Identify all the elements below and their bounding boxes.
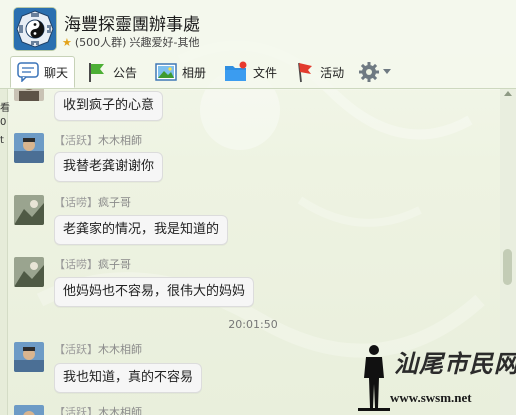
sender-nickname: 疯子哥 [98,258,131,271]
folder-icon [225,61,247,81]
tab-files-label: 文件 [253,65,278,80]
tab-announcement[interactable]: 公告 [79,56,144,88]
group-header: 海豐探靈團辦事處 ★ (500人群) 兴趣爱好-其他 聊天 公告 相册 文件 活… [0,0,516,90]
scrollbar-thumb[interactable] [503,249,512,285]
group-member-count: (500人群) [74,36,127,49]
sender-name[interactable]: 【活跃】木木相師 [54,341,142,357]
gear-icon [359,62,380,82]
event-flag-icon [298,62,313,83]
sender-name[interactable]: 【话唠】疯子哥 [54,194,131,210]
tab-chat-label: 聊天 [44,65,69,80]
avatar[interactable] [14,195,44,225]
group-subtitle: ★ (500人群) 兴趣爱好-其他 [62,34,199,50]
watermark-text: 汕尾市民网 [394,349,516,378]
sender-nickname: 木木相師 [98,343,142,356]
sliver-text: t [0,135,4,146]
star-icon: ★ [62,35,72,49]
chat-window: 海豐探靈團辦事處 ★ (500人群) 兴趣爱好-其他 聊天 公告 相册 文件 活… [0,0,516,415]
tab-album[interactable]: 相册 [148,56,213,88]
tab-events[interactable]: 活动 [288,56,351,88]
group-tabs: 聊天 公告 相册 文件 活动 [10,56,394,88]
message-bubble: 我也知道，真的不容易 [54,363,203,393]
watermark-url: www.swsm.net [390,390,472,405]
site-watermark: 汕尾市民网 www.swsm.net [354,342,516,412]
member-rank: 【活跃】 [54,406,98,415]
tab-files[interactable]: 文件 [217,56,284,88]
adjacent-window-edge: 看 0 t [0,89,10,415]
member-rank: 【活跃】 [54,134,98,147]
tab-album-label: 相册 [182,65,207,80]
group-category[interactable]: 兴趣爱好-其他 [129,34,199,50]
member-rank: 【话唠】 [54,258,98,271]
sliver-text: 0 [0,117,7,128]
member-rank: 【话唠】 [54,196,98,209]
settings-menu-button[interactable] [355,57,394,87]
avatar[interactable] [14,342,44,372]
sender-nickname: 疯子哥 [98,196,131,209]
tab-chat[interactable]: 聊天 [10,56,76,88]
sender-name[interactable]: 【活跃】木木相師 [54,132,142,148]
sender-nickname: 木木相師 [98,134,142,147]
message-bubble: 我替老龚谢谢你 [54,152,164,182]
message-bubble: 老龚家的情况，我是知道的 [54,215,229,245]
scroll-up-arrow-icon[interactable] [504,91,512,96]
sender-name[interactable]: 【活跃】木木相師 [54,404,142,415]
member-rank: 【活跃】 [54,343,98,356]
message-bubble: 他妈妈也不容易，很伟大的妈妈 [54,277,255,307]
chat-bubble-icon [17,62,39,82]
announcement-flag-icon [89,63,105,82]
silhouette-figure-icon [358,345,390,411]
tab-announcement-label: 公告 [113,65,138,80]
group-title[interactable]: 海豐探靈團辦事處 [64,10,200,35]
photo-album-icon [155,63,177,81]
tab-events-label: 活动 [320,65,345,80]
avatar[interactable] [14,133,44,163]
avatar[interactable] [14,405,44,415]
avatar[interactable] [14,89,44,101]
sender-nickname: 木木相師 [98,406,142,415]
group-avatar[interactable] [14,8,56,50]
chevron-down-icon [383,69,392,74]
sender-name[interactable]: 【话唠】疯子哥 [54,256,131,272]
message-bubble: 收到疯子的心意 [54,91,164,121]
message-timestamp: 20:01:50 [228,318,278,331]
avatar[interactable] [14,257,44,287]
